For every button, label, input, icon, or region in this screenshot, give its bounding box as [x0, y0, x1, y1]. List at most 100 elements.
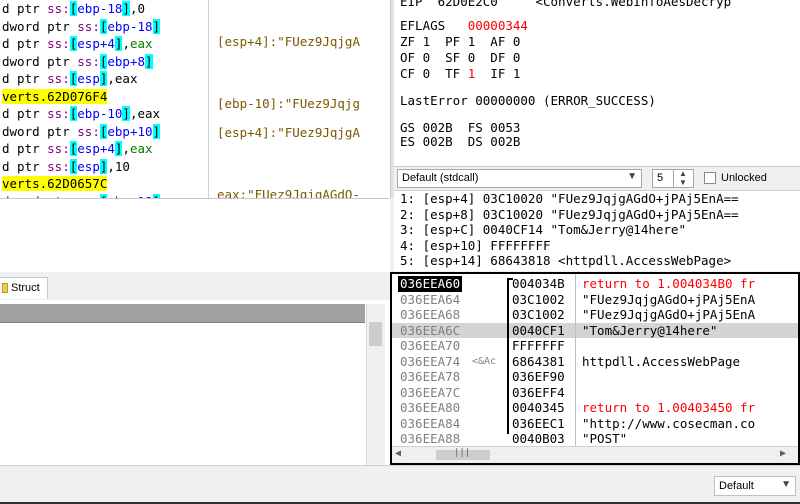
stack-comment: "http://www.cosecman.co: [582, 415, 756, 431]
stack-comment: "FUez9JqjgAGdO+jPAj5EnA: [582, 307, 756, 322]
stack-row[interactable]: 036EEA64 03C1002 "FUez9JqjgAGdO+jPAj5EnA: [392, 292, 798, 308]
disasm-token: ebp-18: [107, 18, 153, 34]
disasm-line[interactable]: dword ptr ss:[ebp+8]: [0, 53, 208, 71]
disasm-token: ss:: [77, 53, 100, 69]
argument-row[interactable]: 2: [esp+8] 03C10020 "FUez9JqjgAGdO+jPAj5…: [394, 207, 800, 223]
disasm-line[interactable]: d ptr ss:[esp],10: [0, 158, 208, 176]
stack-row[interactable]: 036EEA80 0040345 return to 1.00403450 fr: [392, 400, 798, 416]
disasm-token: d ptr: [2, 106, 48, 121]
stack-value: 036EF90: [512, 369, 565, 384]
disasm-token: ,: [122, 36, 130, 51]
scroll-left-icon[interactable]: ◀: [395, 448, 401, 459]
disasm-line[interactable]: dword ptr ss:[ebp-18]: [0, 18, 208, 36]
disasm-token: esp+4: [77, 141, 115, 156]
chevron-down-icon: ▼: [627, 171, 637, 182]
stack-value: 0040345: [512, 400, 565, 415]
chevron-down-icon: ▼: [781, 479, 791, 490]
info-pane: [0, 198, 390, 273]
flags-row-2[interactable]: OF 0 SF 0 DF 0: [400, 50, 520, 65]
flags-row-1[interactable]: ZF 1 PF 1 AF 0: [400, 34, 520, 49]
eflags-value[interactable]: 00000344: [468, 18, 528, 33]
eflags-row[interactable]: EFLAGS 00000344: [400, 18, 528, 33]
status-bar: Default ▼: [0, 465, 800, 504]
disasm-token: esp: [77, 158, 100, 174]
disasm-token: ebp+10: [107, 123, 153, 139]
disasm-line[interactable]: d ptr ss:[ebp-10],eax: [0, 105, 208, 123]
registers-view[interactable]: EIP 62D0E2C0 <Converts.WebInfoAesDecryp …: [394, 0, 800, 150]
disasm-comment[interactable]: eax:"FUez9JqjgAGdO-: [217, 187, 360, 198]
tab-struct[interactable]: Struct: [0, 277, 48, 299]
stack-row[interactable]: 036EEA6C 0040CF1 "Tom&Jerry@14here": [392, 322, 798, 338]
disasm-token: d ptr: [2, 71, 48, 86]
disasm-line[interactable]: verts.62D0657C: [0, 175, 208, 193]
disasm-token: esp: [77, 71, 100, 86]
stack-row[interactable]: 036EEA60 004034B return to 1.004034B0 fr: [392, 276, 798, 292]
stack-row[interactable]: 036EEA7C 036EFF4: [392, 385, 798, 401]
disasm-token: ]: [145, 53, 153, 69]
stack-value: 0040CF1: [512, 322, 565, 338]
disasm-token: ss:: [77, 123, 100, 139]
arg-count-input[interactable]: 5: [652, 169, 674, 188]
stack-comment: return to 1.00403450 fr: [582, 400, 756, 415]
stack-row[interactable]: 036EEA68 03C1002 "FUez9JqjgAGdO+jPAj5EnA: [392, 307, 798, 323]
flags-row-3[interactable]: CF 0 TF 1 IF 1: [400, 66, 520, 81]
disasm-token: ss:: [77, 18, 100, 34]
argument-row[interactable]: 4: [esp+10] FFFFFFFF: [394, 238, 800, 254]
disasm-line[interactable]: verts.62D076F4: [0, 88, 208, 106]
stack-row[interactable]: 036EEA70 FFFFFFF: [392, 338, 798, 354]
disasm-comment[interactable]: [ebp-10]:"FUez9Jqjg: [217, 96, 360, 111]
scrollbar-thumb[interactable]: [369, 322, 382, 346]
stack-value: 036EFF4: [512, 384, 565, 400]
disasm-token: ebp-10: [77, 106, 123, 121]
stack-address: 036EEA7C: [400, 384, 461, 400]
disasm-token: ]: [122, 1, 130, 16]
stack-value: 036EEC1: [512, 415, 565, 431]
vertical-scrollbar[interactable]: [366, 304, 385, 465]
last-error[interactable]: LastError 00000000 (ERROR_SUCCESS): [400, 93, 656, 108]
stack-row[interactable]: 036EEA74 <&Ac 6864381 httpdll.AccessWebPage: [392, 354, 798, 370]
disasm-comment[interactable]: [esp+4]:"FUez9JqjgA: [217, 125, 360, 140]
argument-row[interactable]: 1: [esp+4] 03C10020 "FUez9JqjgAGdO+jPAj5…: [394, 191, 800, 207]
call-convention-bar: Default (stdcall) ▼ 5 ▲ ▼ Unlocked: [394, 166, 800, 191]
disasm-token: d ptr: [2, 1, 48, 16]
stack-comment: "Tom&Jerry@14here": [582, 322, 718, 338]
disasm-token: dword ptr: [2, 18, 78, 34]
stack-column-divider[interactable]: [575, 274, 576, 446]
disasm-line[interactable]: d ptr ss:[esp+4],eax: [0, 140, 208, 158]
disasm-line[interactable]: d ptr ss:[ebp-18],0: [0, 0, 208, 18]
dump-view[interactable]: [0, 300, 390, 465]
disassembly-view[interactable]: d ptr ss:[ebp-18],0 dword ptr ss:[ebp-18]…: [0, 0, 208, 198]
disassembly-comments: [esp+4]:"FUez9JqjgA [ebp-10]:"FUez9Jqjg [e…: [208, 0, 391, 198]
disasm-token: ,eax: [107, 71, 138, 86]
horizontal-scrollbar[interactable]: ◀ ||| ▶: [392, 446, 798, 463]
disasm-comment[interactable]: [esp+4]:"FUez9JqjgA: [217, 34, 360, 49]
disasm-token: esp+4: [77, 36, 115, 51]
arg-count-spinner[interactable]: ▲ ▼: [673, 169, 694, 188]
unlocked-label: Unlocked: [721, 172, 767, 184]
stack-value: 004034B: [512, 276, 565, 291]
spin-down-icon[interactable]: ▼: [679, 178, 687, 187]
stack-row[interactable]: 036EEA78 036EF90: [392, 369, 798, 385]
disasm-token: dword ptr: [2, 123, 78, 139]
segment-row-2[interactable]: ES 002B DS 002B: [400, 134, 520, 149]
stack-row[interactable]: 036EEA88 0040B03 "POST": [392, 431, 798, 447]
flags-row-3-text: CF 0 TF: [400, 66, 468, 81]
segment-row-1[interactable]: GS 002B FS 0053: [400, 120, 520, 135]
argument-row[interactable]: 3: [esp+C] 0040CF14 "Tom&Jerry@14here": [394, 222, 800, 238]
stack-view[interactable]: 036EEA60 004034B return to 1.004034B0 fr 03…: [390, 272, 800, 465]
stack-address: 036EEA60: [398, 276, 463, 292]
disasm-line[interactable]: d ptr ss:[esp],eax: [0, 70, 208, 88]
unlocked-checkbox[interactable]: [704, 172, 716, 184]
stack-row[interactable]: 036EEA84 036EEC1 "http://www.cosecman.co: [392, 416, 798, 432]
arguments-view[interactable]: 1: [esp+4] 03C10020 "FUez9JqjgAGdO+jPAj5…: [394, 190, 800, 271]
disasm-line[interactable]: dword ptr ss:[ebp+10]: [0, 123, 208, 141]
spin-up-icon[interactable]: ▲: [679, 169, 687, 178]
disasm-line[interactable]: d ptr ss:[esp+4],eax: [0, 35, 208, 53]
stack-address: 036EEA6C: [400, 322, 461, 338]
scrollbar-grip-icon: |||: [454, 448, 471, 458]
status-select[interactable]: Default ▼: [714, 476, 796, 496]
argument-row[interactable]: 5: [esp+14] 68643818 <httpdll.AccessWebP…: [394, 253, 800, 269]
scroll-right-icon[interactable]: ▶: [780, 448, 786, 459]
eip-register[interactable]: EIP 62D0E2C0 <Converts.WebInfoAesDecryp: [400, 0, 731, 9]
calling-convention-select[interactable]: Default (stdcall) ▼: [397, 169, 642, 188]
